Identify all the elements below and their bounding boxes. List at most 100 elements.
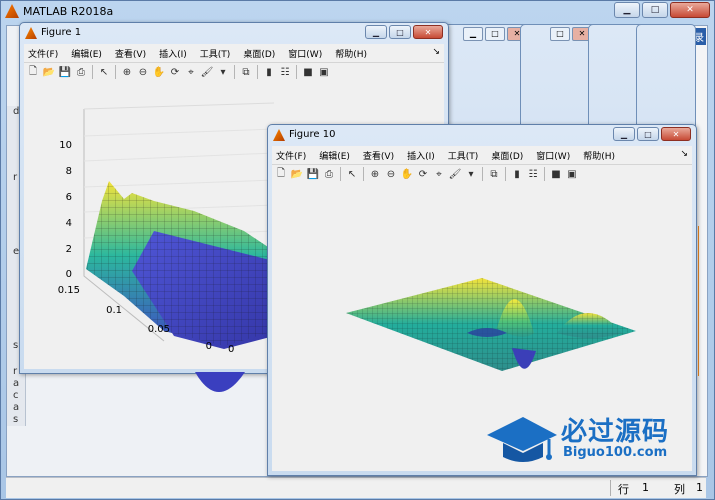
maximize-button[interactable]: □ [642,2,668,18]
zoom-in-icon[interactable]: ⊕ [120,65,134,79]
save-icon[interactable]: 💾 [306,167,320,181]
maximize-button[interactable]: □ [389,25,411,39]
menu-help[interactable]: 帮助(H) [579,149,615,162]
status-bar: 行 1 列 1 [6,477,706,498]
menu-window[interactable]: 窗口(W) [532,149,570,162]
close-button[interactable]: ✕ [413,25,443,39]
toolbar-separator [92,65,93,79]
show-plot-tools-icon[interactable]: ▣ [565,167,579,181]
save-icon[interactable]: 💾 [58,65,72,79]
strip-text: r [13,172,18,183]
print-icon[interactable]: ⎙ [322,167,336,181]
pan-hand-icon[interactable]: ✋ [152,65,166,79]
menu-desktop[interactable]: 桌面(D) [487,149,523,162]
matlab-logo-icon [273,129,285,141]
minimize-button[interactable]: ▁ [365,25,387,39]
maximize-button[interactable]: □ [637,127,659,141]
figure-menubar: 文件(F) 编辑(E) 查看(V) 插入(I) 工具(T) 桌面(D) 窗口(W… [272,146,692,164]
edit-plot-arrow-icon[interactable]: ↖ [97,65,111,79]
new-figure-icon[interactable]: 🗋 [26,65,40,79]
toolbar-separator [363,167,364,181]
link-plot-icon[interactable]: ⧉ [239,65,253,79]
menu-window[interactable]: 窗口(W) [284,47,322,60]
menu-tools[interactable]: 工具(T) [444,149,479,162]
dock-arrow-icon[interactable]: ↘ [432,47,440,57]
open-file-icon[interactable]: 📂 [42,65,56,79]
dock-arrow-icon[interactable]: ↘ [680,149,688,159]
status-col-value: 1 [696,481,703,494]
menu-edit[interactable]: 编辑(E) [67,47,102,60]
brush-icon[interactable]: 🖌 [200,65,214,79]
strip-text: s [13,414,19,425]
show-plot-tools-icon[interactable]: ▣ [317,65,331,79]
zoom-in-icon[interactable]: ⊕ [368,167,382,181]
matlab-titlebar[interactable]: MATLAB R2018a ▁ □ ✕ [1,1,714,23]
rotate-3d-icon[interactable]: ⟳ [168,65,182,79]
orange-divider [698,226,699,376]
brush-icon[interactable]: 🖌 [448,167,462,181]
pan-hand-icon[interactable]: ✋ [400,167,414,181]
open-file-icon[interactable]: 📂 [290,167,304,181]
strip-text: a [13,402,20,413]
y-tick: 0.15 [58,285,80,296]
colorbar-icon[interactable]: ▮ [262,65,276,79]
minimize-button[interactable]: ▁ [613,127,635,141]
menu-tools[interactable]: 工具(T) [196,47,231,60]
menu-edit[interactable]: 编辑(E) [315,149,350,162]
z-tick: 10 [59,140,72,151]
watermark-chinese-text: 必过源码 [561,417,670,447]
figure-title: Figure 10 [289,129,336,140]
strip-text: s [13,340,19,351]
figure-menubar: 文件(F) 编辑(E) 查看(V) 插入(I) 工具(T) 桌面(D) 窗口(W… [24,44,444,62]
menu-file[interactable]: 文件(F) [272,149,306,162]
new-figure-icon[interactable]: 🗋 [274,167,288,181]
status-separator [610,480,611,496]
print-icon[interactable]: ⎙ [74,65,88,79]
rotate-3d-icon[interactable]: ⟳ [416,167,430,181]
status-row-label: 行 [618,483,629,496]
strip-text: a [13,378,20,389]
menu-view[interactable]: 查看(V) [111,47,146,60]
menu-help[interactable]: 帮助(H) [331,47,367,60]
strip-text: c [13,390,19,401]
link-plot-icon[interactable]: ⧉ [487,167,501,181]
zoom-out-icon[interactable]: ⊖ [384,167,398,181]
legend-icon[interactable]: ☷ [526,167,540,181]
legend-icon[interactable]: ☷ [278,65,292,79]
toolbar-separator [482,167,483,181]
menu-file[interactable]: 文件(F) [24,47,58,60]
z-tick: 8 [66,166,72,177]
close-button[interactable]: ✕ [661,127,691,141]
hide-plot-tools-icon[interactable]: ■ [301,65,315,79]
status-row-value: 1 [642,481,649,494]
surface-overflow [195,372,245,392]
z-tick: 2 [66,244,72,255]
colorbar-icon[interactable]: ▮ [510,167,524,181]
toolbar-separator [544,167,545,181]
figure-titlebar[interactable]: Figure 1 ▁ □ ✕ [20,23,448,43]
edit-plot-arrow-icon[interactable]: ↖ [345,167,359,181]
toolbar-separator [340,167,341,181]
figure-window-controls: ▁ □ ✕ [365,25,443,39]
toolbar-separator [296,65,297,79]
menu-insert[interactable]: 插入(I) [155,47,187,60]
menu-view[interactable]: 查看(V) [359,149,394,162]
x-tick: 0 [228,344,234,355]
figure-toolbar: 🗋 📂 💾 ⎙ ↖ ⊕ ⊖ ✋ ⟳ ⌖ 🖌 ▾ ⧉ ▮ ☷ ■ ▣ [272,164,692,183]
close-button[interactable]: ✕ [670,2,710,18]
menu-insert[interactable]: 插入(I) [403,149,435,162]
menu-desktop[interactable]: 桌面(D) [239,47,275,60]
data-cursor-icon[interactable]: ⌖ [184,65,198,79]
figure-title: Figure 1 [41,27,82,38]
zoom-out-icon[interactable]: ⊖ [136,65,150,79]
data-cursor-icon[interactable]: ⌖ [432,167,446,181]
figure-titlebar[interactable]: Figure 10 ▁ □ ✕ [268,125,696,145]
toolbar-separator [257,65,258,79]
dropdown-arrow-icon[interactable]: ▾ [464,167,478,181]
hide-plot-tools-icon[interactable]: ■ [549,167,563,181]
watermark-site-text: Biguo100.com [563,445,668,460]
figure-toolbar: 🗋 📂 💾 ⎙ ↖ ⊕ ⊖ ✋ ⟳ ⌖ 🖌 ▾ ⧉ ▮ ☷ ■ ▣ [24,62,444,81]
minimize-button[interactable]: ▁ [614,2,640,18]
dropdown-arrow-icon[interactable]: ▾ [216,65,230,79]
toolbar-separator [234,65,235,79]
